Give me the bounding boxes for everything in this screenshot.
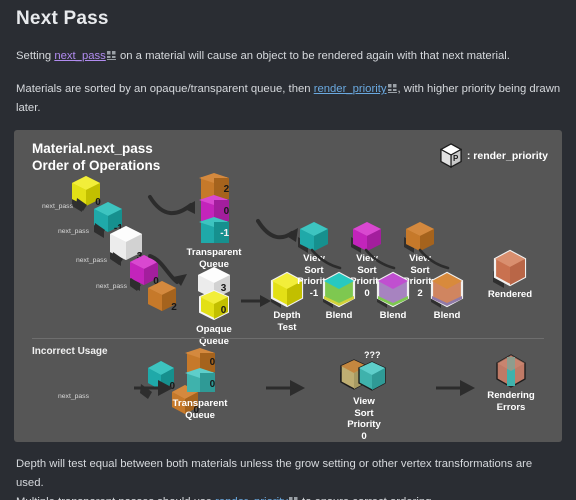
page-title: Next Pass	[16, 8, 109, 29]
section-divider	[32, 338, 544, 339]
svg-text:P: P	[453, 154, 459, 163]
order-of-operations-diagram: Material.next_pass Order of Operations P…	[14, 130, 562, 442]
incorrect-arrow-2	[266, 380, 305, 396]
connector-vs2-blend2	[418, 248, 450, 270]
chain-next-pass-label-3: next_pass	[96, 283, 127, 290]
depth-test-caption: Depth Test	[273, 310, 301, 333]
blend-caption-2: Blend	[433, 310, 461, 321]
tq-cube-1-value: 0	[223, 205, 230, 217]
footer-line2-after: to ensure correct ordering.	[299, 496, 435, 500]
blend-group-2: Blend	[426, 270, 468, 321]
rendered-caption: Rendered	[487, 289, 533, 300]
paragraph1-text-before: Setting	[16, 50, 55, 62]
legend-label: : render_priority	[466, 149, 548, 162]
opaque-queue-caption: Opaque Queue	[196, 324, 232, 347]
incorrect-usage-label: Incorrect Usage	[32, 346, 108, 357]
tq-cube-2-value: -1	[220, 228, 230, 240]
documentation-page: Next Pass Setting next_pass on a materia…	[0, 0, 576, 500]
doc-icon	[387, 84, 397, 93]
diagram-legend: P : render_priority	[439, 143, 548, 168]
chain-next-pass-label-2: next_pass	[76, 257, 107, 264]
paragraph1-text-after: on a material will cause an object to be…	[116, 50, 510, 62]
itq-cube-1-value: 0	[209, 379, 216, 391]
doc-icon	[106, 51, 116, 60]
blend-group-0: Blend	[318, 270, 360, 321]
incorrect-transparent-queue-group: 0 0 Transparent Queue	[173, 348, 227, 421]
incorrect-view-sort-caption: View Sort Priority 0	[347, 396, 381, 442]
incorrect-view-sort-group: ??? View Sort Priority 0	[334, 350, 394, 442]
legend-priority-cube-icon: P	[439, 143, 462, 168]
opaque-queue-group: 3 0 Opaque Queue	[192, 267, 236, 347]
oq-cube-0-value: 3	[220, 282, 227, 294]
connector-vs1-blend1	[364, 248, 396, 270]
arrow-to-transparent-queue	[148, 195, 195, 215]
incorrect-next-pass-label: next_pass	[58, 393, 89, 400]
chain-next-pass-label-0: next_pass	[42, 203, 73, 210]
paragraph2-text-before: Materials are sorted by an opaque/transp…	[16, 83, 314, 95]
blend-caption-1: Blend	[379, 310, 407, 321]
connector-vs0-blend0	[310, 248, 342, 270]
chain-cube-4-value: 2	[171, 302, 177, 313]
rendered-group: Rendered	[488, 248, 532, 300]
incorrect-transparent-queue-caption: Transparent Queue	[172, 398, 228, 421]
transparent-queue-group: 2 0 -1 Transparent Queue	[187, 173, 241, 270]
rendering-errors-group: Rendering Errors	[487, 352, 535, 413]
itq-cube-0-value: 0	[209, 357, 216, 369]
arrow-to-view-sort	[256, 219, 298, 242]
intro-paragraph: Setting next_pass on a material will cau…	[16, 47, 562, 66]
diagram-title: Material.next_pass Order of Operations	[32, 141, 161, 173]
oq-cube-1-value: 0	[220, 304, 227, 316]
footer-paragraph: Depth will test equal between both mater…	[16, 455, 562, 500]
incorrect-arrow-3	[436, 380, 475, 396]
render-priority-link-footer[interactable]: render_priority	[215, 496, 288, 500]
blend-caption-0: Blend	[325, 310, 353, 321]
render-priority-link[interactable]: render_priority	[314, 83, 387, 95]
rendering-errors-caption: Rendering Errors	[487, 390, 535, 413]
incorrect-arrow-1	[134, 380, 173, 396]
footer-line2-before: Multiple transparent passes should use	[16, 496, 215, 500]
next-pass-link[interactable]: next_pass	[54, 50, 106, 62]
sorting-paragraph: Materials are sorted by an opaque/transp…	[16, 80, 562, 118]
footer-line1: Depth will test equal between both mater…	[16, 458, 533, 489]
chain-next-pass-label-1: next_pass	[58, 228, 89, 235]
tq-cube-0-value: 2	[223, 183, 230, 195]
blend-group-1: Blend	[372, 270, 414, 321]
